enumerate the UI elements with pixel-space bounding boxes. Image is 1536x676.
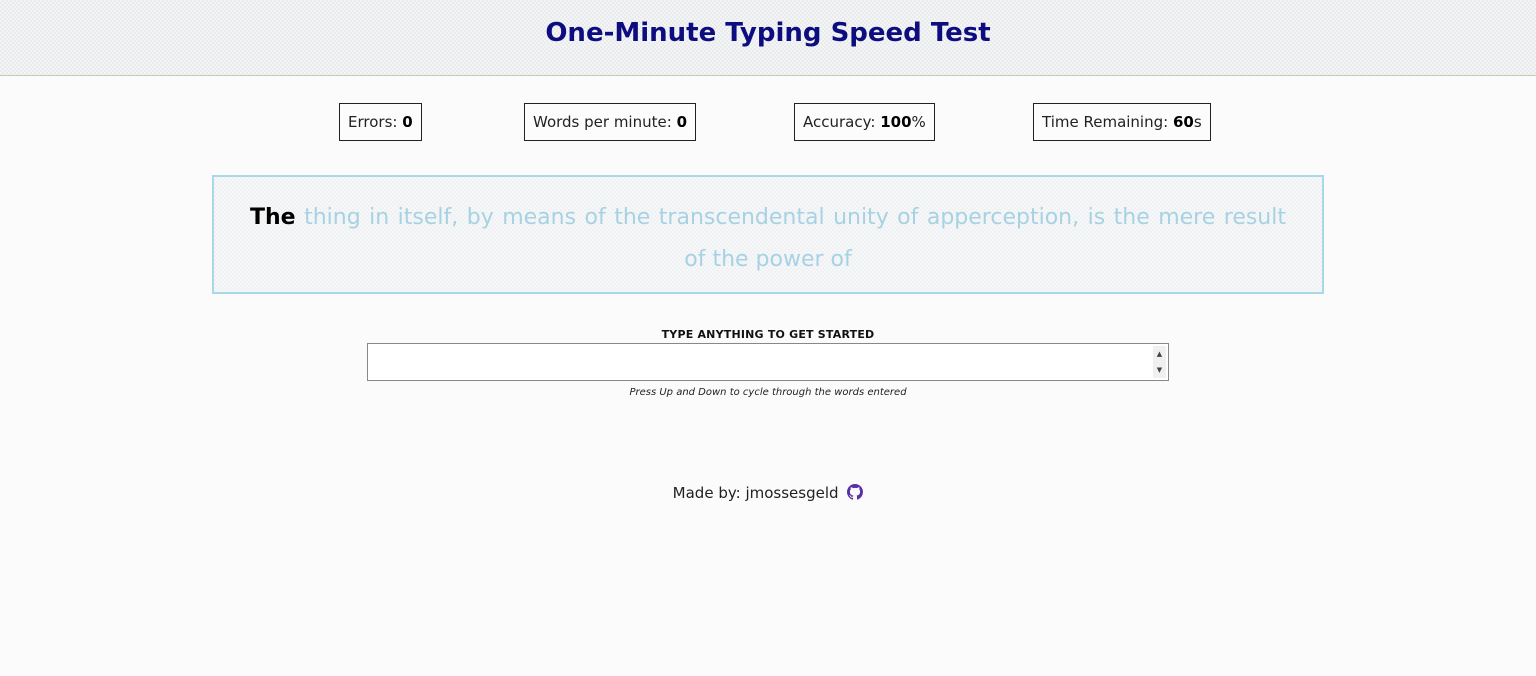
wpm-label: Words per minute: bbox=[533, 113, 677, 131]
wpm-value: 0 bbox=[676, 113, 687, 131]
time-suffix: s bbox=[1193, 113, 1202, 131]
accuracy-suffix: % bbox=[911, 113, 926, 131]
typing-input-container[interactable]: ▲ ▼ bbox=[367, 343, 1169, 381]
spinner-up-icon[interactable]: ▲ bbox=[1153, 346, 1166, 362]
typing-input[interactable] bbox=[368, 344, 1148, 380]
accuracy-label: Accuracy: bbox=[803, 113, 881, 131]
footer: Made by: jmossesgeld bbox=[0, 484, 1536, 504]
wpm-stat: Words per minute: 0 bbox=[524, 103, 696, 141]
current-word: The bbox=[250, 205, 296, 230]
errors-stat: Errors: 0 bbox=[339, 103, 422, 141]
remaining-text: thing in itself, by means of the transce… bbox=[304, 205, 1286, 272]
input-label: TYPE ANYTHING TO GET STARTED bbox=[661, 328, 875, 341]
footer-credit: Made by: jmossesgeld bbox=[672, 484, 839, 502]
page-header: One-Minute Typing Speed Test bbox=[0, 0, 1536, 76]
github-icon[interactable] bbox=[847, 484, 864, 504]
accuracy-stat: Accuracy: 100% bbox=[794, 103, 935, 141]
page-title: One-Minute Typing Speed Test bbox=[545, 18, 991, 48]
errors-value: 0 bbox=[402, 113, 413, 131]
accuracy-value: 100 bbox=[880, 113, 912, 131]
time-label: Time Remaining: bbox=[1042, 113, 1173, 131]
input-hint: Press Up and Down to cycle through the w… bbox=[629, 387, 907, 398]
time-value: 60 bbox=[1172, 113, 1194, 131]
word-cycle-spinner[interactable]: ▲ ▼ bbox=[1153, 346, 1166, 378]
spinner-down-icon[interactable]: ▼ bbox=[1153, 362, 1166, 378]
errors-label: Errors: bbox=[348, 113, 403, 131]
time-remaining-stat: Time Remaining: 60s bbox=[1033, 103, 1211, 141]
passage-box: The thing in itself, by means of the tra… bbox=[212, 175, 1324, 294]
